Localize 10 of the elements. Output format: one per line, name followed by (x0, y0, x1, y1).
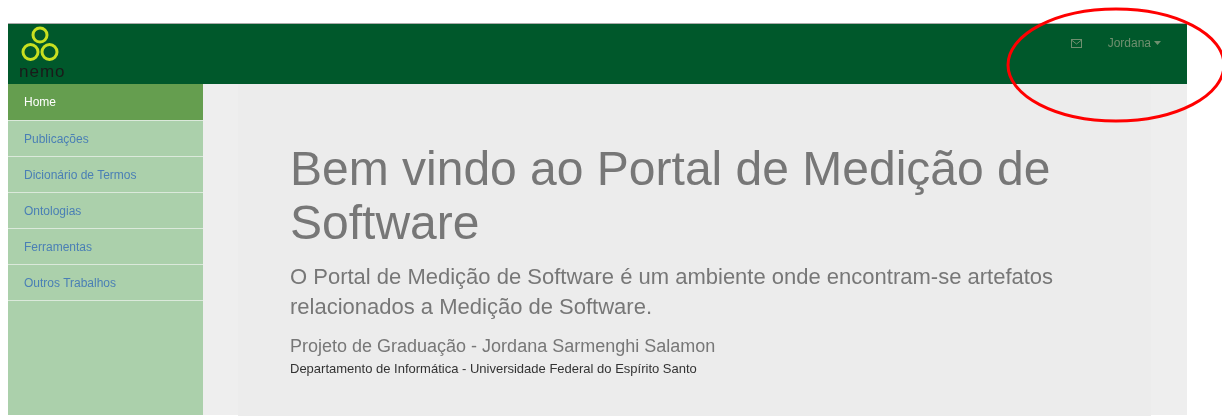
project-text: Projeto de Graduação - Jordana Sarmenghi Salamon (290, 335, 717, 358)
mail-icon[interactable] (1070, 38, 1082, 48)
department-text: Departamento de Informática - Universidade Federal do Espírito Santo (290, 361, 698, 376)
page-title: Bem vindo ao Portal de Medição de Software (290, 142, 1052, 250)
logo-text: nemo (19, 63, 66, 80)
logo-icon (21, 26, 59, 63)
user-menu[interactable]: Jordana (1107, 36, 1161, 50)
caret-icon (1154, 41, 1161, 45)
sidebar-item[interactable]: Home (8, 84, 203, 121)
lead-text: O Portal de Medição de Software é um ambiente onde encontram-se artefatos relacionados a Medição de Software. (290, 263, 1055, 321)
